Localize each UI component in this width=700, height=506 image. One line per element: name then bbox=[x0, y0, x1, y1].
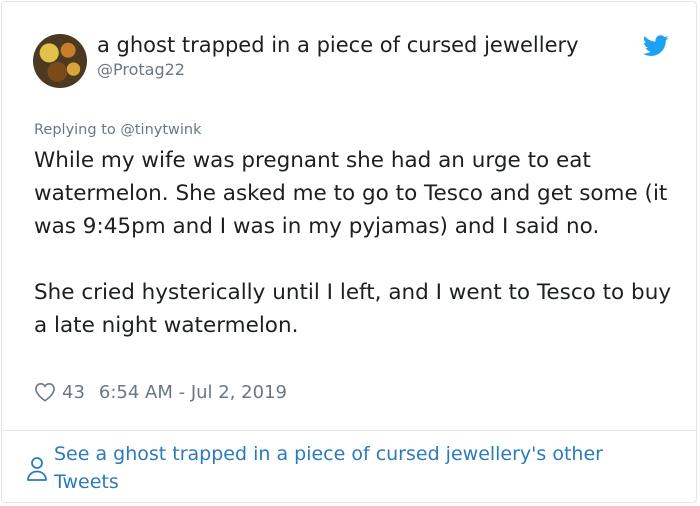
person-icon bbox=[27, 457, 47, 481]
tweet-paragraph: She cried hysterically until I left, and… bbox=[34, 280, 672, 338]
tweet-card: a ghost trapped in a piece of cursed jew… bbox=[1, 1, 697, 503]
tweet-meta: 43 6:54 AM - Jul 2, 2019 bbox=[34, 378, 287, 406]
heart-icon[interactable] bbox=[34, 382, 56, 402]
replying-to: Replying to @tinytwink bbox=[34, 122, 202, 138]
timestamp-link[interactable]: 6:54 AM - Jul 2, 2019 bbox=[99, 382, 287, 403]
author-handle[interactable]: @Protag22 bbox=[97, 60, 185, 79]
divider bbox=[2, 430, 696, 431]
other-tweets-footer: See a ghost trapped in a piece of cursed… bbox=[26, 440, 666, 496]
see-other-tweets-link[interactable]: See a ghost trapped in a piece of cursed… bbox=[54, 440, 666, 496]
avatar[interactable] bbox=[33, 34, 87, 88]
tweet-text: While my wife was pregnant she had an ur… bbox=[34, 144, 684, 342]
author-display-name[interactable]: a ghost trapped in a piece of cursed jew… bbox=[97, 33, 579, 57]
reply-mention-link[interactable]: @tinytwink bbox=[120, 122, 201, 138]
twitter-bird-icon[interactable] bbox=[643, 35, 669, 57]
like-count[interactable]: 43 bbox=[62, 382, 85, 403]
tweet-paragraph: While my wife was pregnant she had an ur… bbox=[34, 148, 668, 239]
replying-to-prefix: Replying to bbox=[34, 122, 116, 138]
